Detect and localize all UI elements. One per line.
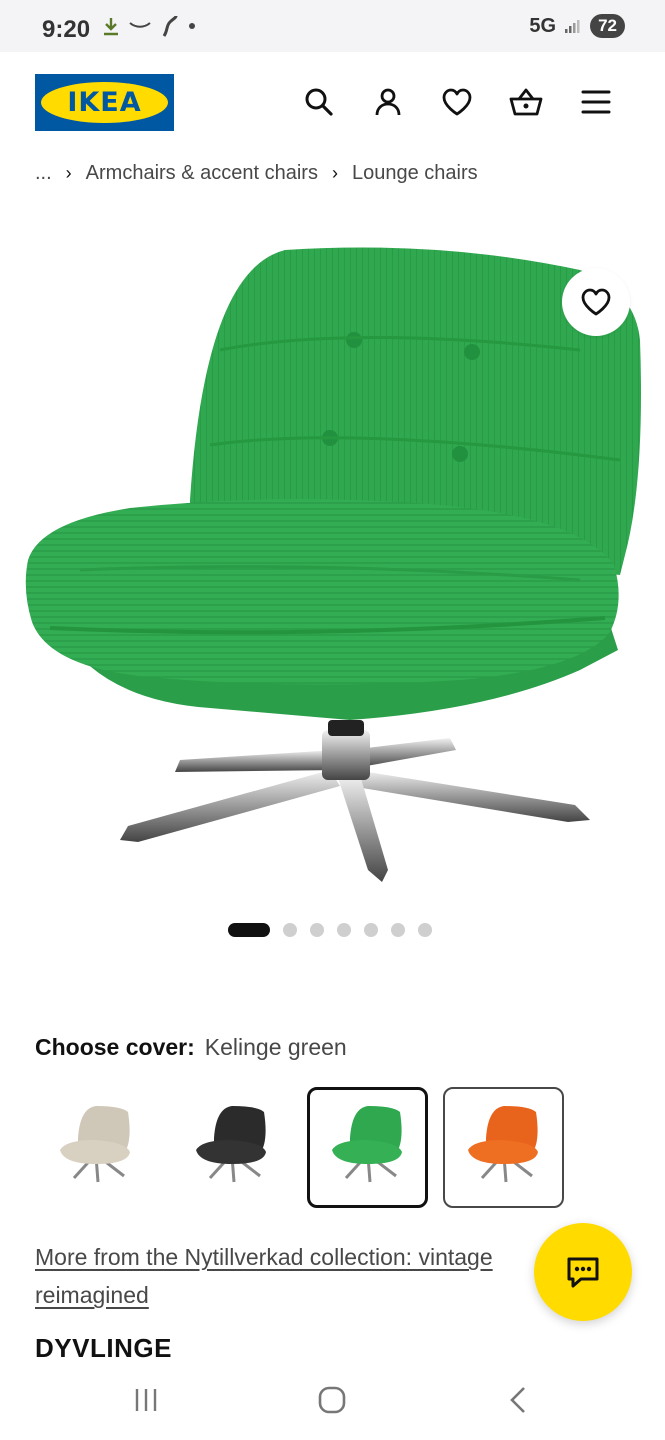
home-icon: [318, 1386, 346, 1414]
chat-button[interactable]: [534, 1223, 632, 1321]
system-nav-bar: [0, 1360, 665, 1440]
chair-thumbnail: [195, 1105, 266, 1182]
basket-icon: [509, 88, 543, 116]
recent-apps-button[interactable]: [126, 1382, 166, 1418]
carousel-indicator: [228, 923, 432, 937]
amazon-icon: [129, 22, 151, 28]
add-to-favourites-button[interactable]: [562, 268, 630, 336]
breadcrumb-ellipsis[interactable]: ...: [35, 162, 52, 185]
back-icon: [510, 1387, 525, 1413]
breadcrumb-item-lounge-chairs[interactable]: Lounge chairs: [352, 162, 478, 185]
status-time: 9:20: [42, 16, 91, 43]
product-name: DYVLINGE: [35, 1333, 172, 1359]
chevron-right-icon: ›: [65, 163, 72, 183]
basket-button[interactable]: [508, 84, 544, 120]
carousel-dot[interactable]: [391, 923, 405, 937]
back-button[interactable]: [498, 1382, 538, 1418]
chair-thumbnail: [59, 1105, 130, 1182]
product-image[interactable]: [20, 230, 645, 900]
cover-option-black[interactable]: [171, 1087, 292, 1208]
account-icon: [375, 88, 401, 116]
carousel-dot[interactable]: [364, 923, 378, 937]
cover-option-orange[interactable]: [443, 1087, 564, 1208]
cover-option-green[interactable]: [307, 1087, 428, 1208]
chair-seat: [25, 499, 619, 685]
cover-value: Kelinge green: [204, 1034, 347, 1060]
account-button[interactable]: [370, 84, 406, 120]
notification-icons: [102, 14, 196, 38]
favourites-button[interactable]: [439, 84, 475, 120]
app-icon: [162, 15, 178, 37]
cover-selector-label: Choose cover: Kelinge green: [35, 1034, 347, 1061]
recent-apps-icon: [135, 1389, 157, 1411]
chat-icon: [567, 1257, 599, 1288]
chair-base: [120, 720, 590, 882]
network-indicator: 5G: [529, 14, 557, 37]
more-notifications-icon: [189, 23, 195, 29]
home-button[interactable]: [312, 1382, 352, 1418]
chevron-right-icon: ›: [331, 163, 338, 183]
ikea-logo[interactable]: IKEA: [35, 74, 174, 131]
heart-icon: [442, 88, 472, 116]
search-icon: [305, 88, 333, 116]
heart-icon: [581, 288, 611, 316]
collection-link[interactable]: More from the Nytillverkad collection: v…: [35, 1238, 555, 1314]
breadcrumb: ... › Armchairs & accent chairs › Lounge…: [35, 162, 478, 185]
carousel-dot[interactable]: [418, 923, 432, 937]
cover-option-beige[interactable]: [35, 1087, 156, 1208]
carousel-dot-active[interactable]: [228, 923, 270, 937]
menu-button[interactable]: [578, 84, 614, 120]
site-header: IKEA: [0, 52, 665, 152]
carousel-dot[interactable]: [283, 923, 297, 937]
logo-text: IKEA: [67, 87, 142, 118]
cover-swatches: [35, 1087, 564, 1208]
chair-thumbnail: [331, 1105, 402, 1182]
battery-indicator: 72: [590, 14, 625, 38]
download-icon: [104, 18, 118, 36]
carousel-dot[interactable]: [337, 923, 351, 937]
breadcrumb-item-armchairs[interactable]: Armchairs & accent chairs: [86, 162, 318, 185]
chair-thumbnail: [467, 1105, 538, 1182]
cover-label: Choose cover:: [35, 1034, 195, 1060]
signal-icon: [565, 20, 580, 33]
carousel-dot[interactable]: [310, 923, 324, 937]
menu-icon: [581, 90, 611, 114]
search-button[interactable]: [301, 84, 337, 120]
status-bar: 9:20 5G 72: [0, 0, 665, 52]
